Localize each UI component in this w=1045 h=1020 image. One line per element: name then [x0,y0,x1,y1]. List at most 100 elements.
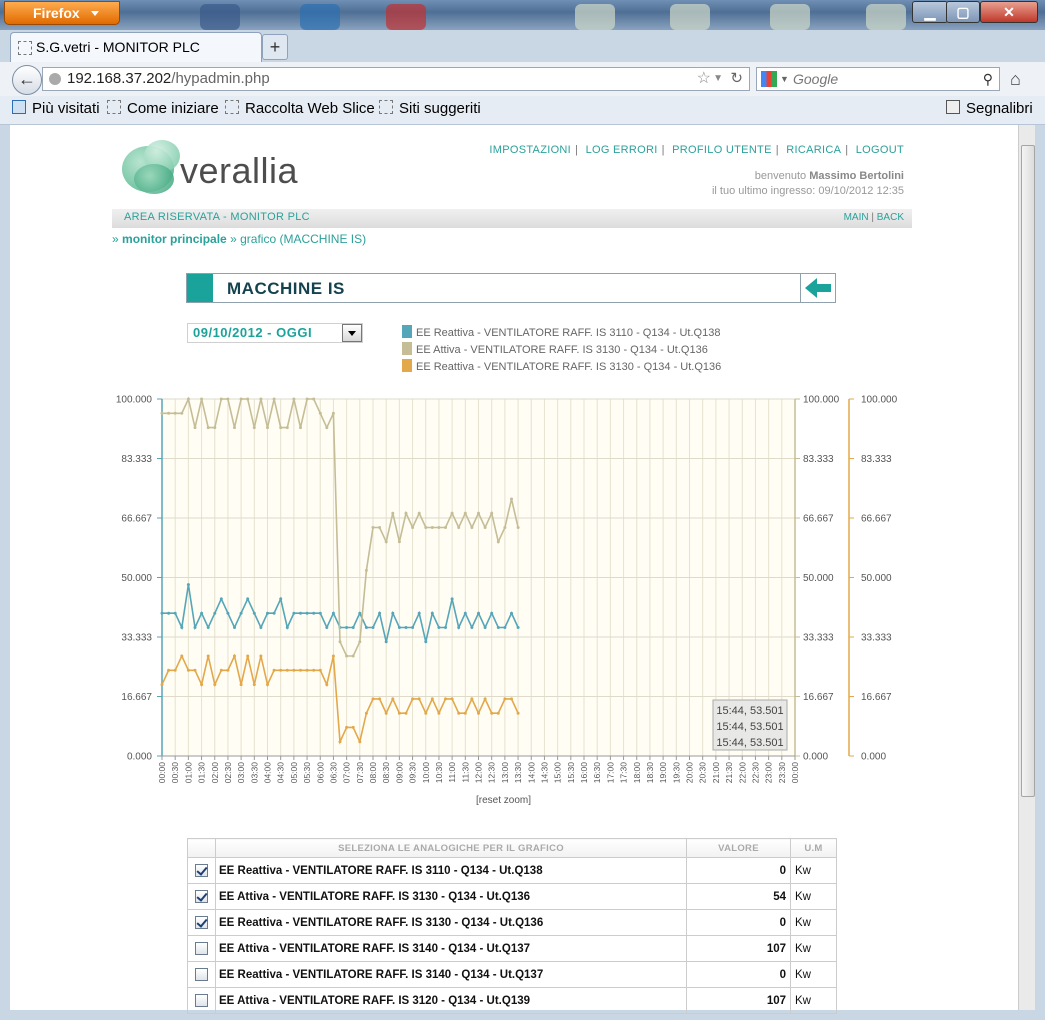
data-point[interactable] [259,654,263,658]
data-point[interactable] [233,426,236,430]
data-point[interactable] [510,611,513,615]
data-point[interactable] [371,697,375,701]
data-point[interactable] [411,526,415,529]
data-point[interactable] [233,626,236,629]
data-point[interactable] [259,397,263,401]
data-point[interactable] [417,611,421,615]
row-checkbox[interactable] [195,994,208,1007]
link-main[interactable]: MAIN [844,212,869,223]
engine-dropdown-icon[interactable]: ▼ [780,68,789,90]
data-point[interactable] [444,697,447,701]
data-point[interactable] [510,497,513,501]
data-point[interactable] [417,511,421,515]
vertical-scrollbar[interactable] [1018,125,1036,1010]
data-point[interactable] [318,411,322,415]
row-checkbox[interactable] [195,864,208,877]
data-point[interactable] [358,740,362,744]
data-point[interactable] [299,668,302,672]
data-point[interactable] [272,397,276,401]
row-checkbox[interactable] [195,968,208,981]
data-point[interactable] [239,683,243,687]
link-logout[interactable]: LOGOUT [856,144,904,156]
data-point[interactable] [233,654,236,658]
data-point[interactable] [378,611,382,615]
history-dropdown-icon[interactable]: ▼ [713,68,723,90]
search-icon[interactable]: ⚲ [983,68,993,90]
data-point[interactable] [252,611,256,615]
search-bar[interactable]: ▼ Google ⚲ [756,67,1000,91]
data-point[interactable] [246,597,250,601]
data-point[interactable] [516,526,520,529]
data-point[interactable] [206,626,210,629]
data-point[interactable] [483,697,487,701]
data-point[interactable] [404,626,408,629]
bookmark-getting-started[interactable]: Come iniziare [107,100,219,117]
data-point[interactable] [292,397,296,401]
chevron-down-icon[interactable] [342,324,362,342]
data-point[interactable] [193,668,197,672]
data-point[interactable] [338,640,342,644]
date-range-select[interactable]: 09/10/2012 - OGGI [187,323,363,343]
data-point[interactable] [358,640,362,644]
data-point[interactable] [430,611,434,615]
data-point[interactable] [477,611,480,615]
data-point[interactable] [450,597,454,601]
data-point[interactable] [305,611,309,615]
minimize-button[interactable]: ▁ [912,1,948,23]
data-point[interactable] [167,411,171,415]
data-point[interactable] [213,426,217,430]
data-point[interactable] [292,611,296,615]
data-point[interactable] [437,711,441,715]
data-point[interactable] [331,411,335,415]
data-point[interactable] [252,683,256,687]
data-point[interactable] [424,640,428,644]
data-point[interactable] [292,668,296,672]
data-point[interactable] [358,611,362,615]
data-point[interactable] [457,626,461,629]
data-point[interactable] [457,711,461,715]
data-point[interactable] [457,526,461,529]
data-point[interactable] [384,540,388,544]
data-point[interactable] [351,626,355,629]
link-profilo-utente[interactable]: PROFILO UTENTE [672,144,772,156]
data-point[interactable] [404,711,408,715]
data-point[interactable] [226,397,230,401]
data-point[interactable] [200,683,204,687]
data-point[interactable] [173,411,177,415]
link-log-errori[interactable]: LOG ERRORI [586,144,658,156]
data-point[interactable] [318,611,322,615]
data-point[interactable] [430,697,434,701]
data-point[interactable] [180,654,184,658]
data-point[interactable] [364,568,368,572]
data-point[interactable] [331,611,335,615]
bookmarks-menu-button[interactable]: Segnalibri [946,100,1033,117]
data-point[interactable] [266,683,269,687]
data-point[interactable] [285,668,289,672]
legend-item[interactable]: EE Reattiva - VENTILATORE RAFF. IS 3130 … [402,359,721,373]
bookmark-suggested-sites[interactable]: Siti suggeriti [379,100,481,117]
data-point[interactable] [391,611,395,615]
reload-icon[interactable]: ↻ [730,68,743,90]
data-point[interactable] [384,711,388,715]
data-point[interactable] [206,426,210,430]
line-chart[interactable]: 100.000 100.000 100.000 83.333 83.333 83.333 6… [102,388,912,793]
data-point[interactable] [226,611,230,615]
data-point[interactable] [477,511,480,515]
data-point[interactable] [318,668,322,672]
data-point[interactable] [312,668,316,672]
data-point[interactable] [219,397,223,401]
data-point[interactable] [364,711,368,715]
data-point[interactable] [430,526,434,529]
data-point[interactable] [186,397,190,401]
legend-item[interactable]: EE Reattiva - VENTILATORE RAFF. IS 3110 … [402,325,720,339]
data-point[interactable] [312,611,316,615]
data-point[interactable] [378,697,382,701]
bookmark-most-visited[interactable]: Più visitati [12,100,100,117]
data-point[interactable] [490,511,494,515]
data-point[interactable] [305,668,309,672]
data-point[interactable] [345,725,349,729]
data-point[interactable] [463,711,467,715]
data-point[interactable] [200,397,204,401]
data-point[interactable] [371,526,375,529]
window-titlebar[interactable] [0,0,1045,30]
